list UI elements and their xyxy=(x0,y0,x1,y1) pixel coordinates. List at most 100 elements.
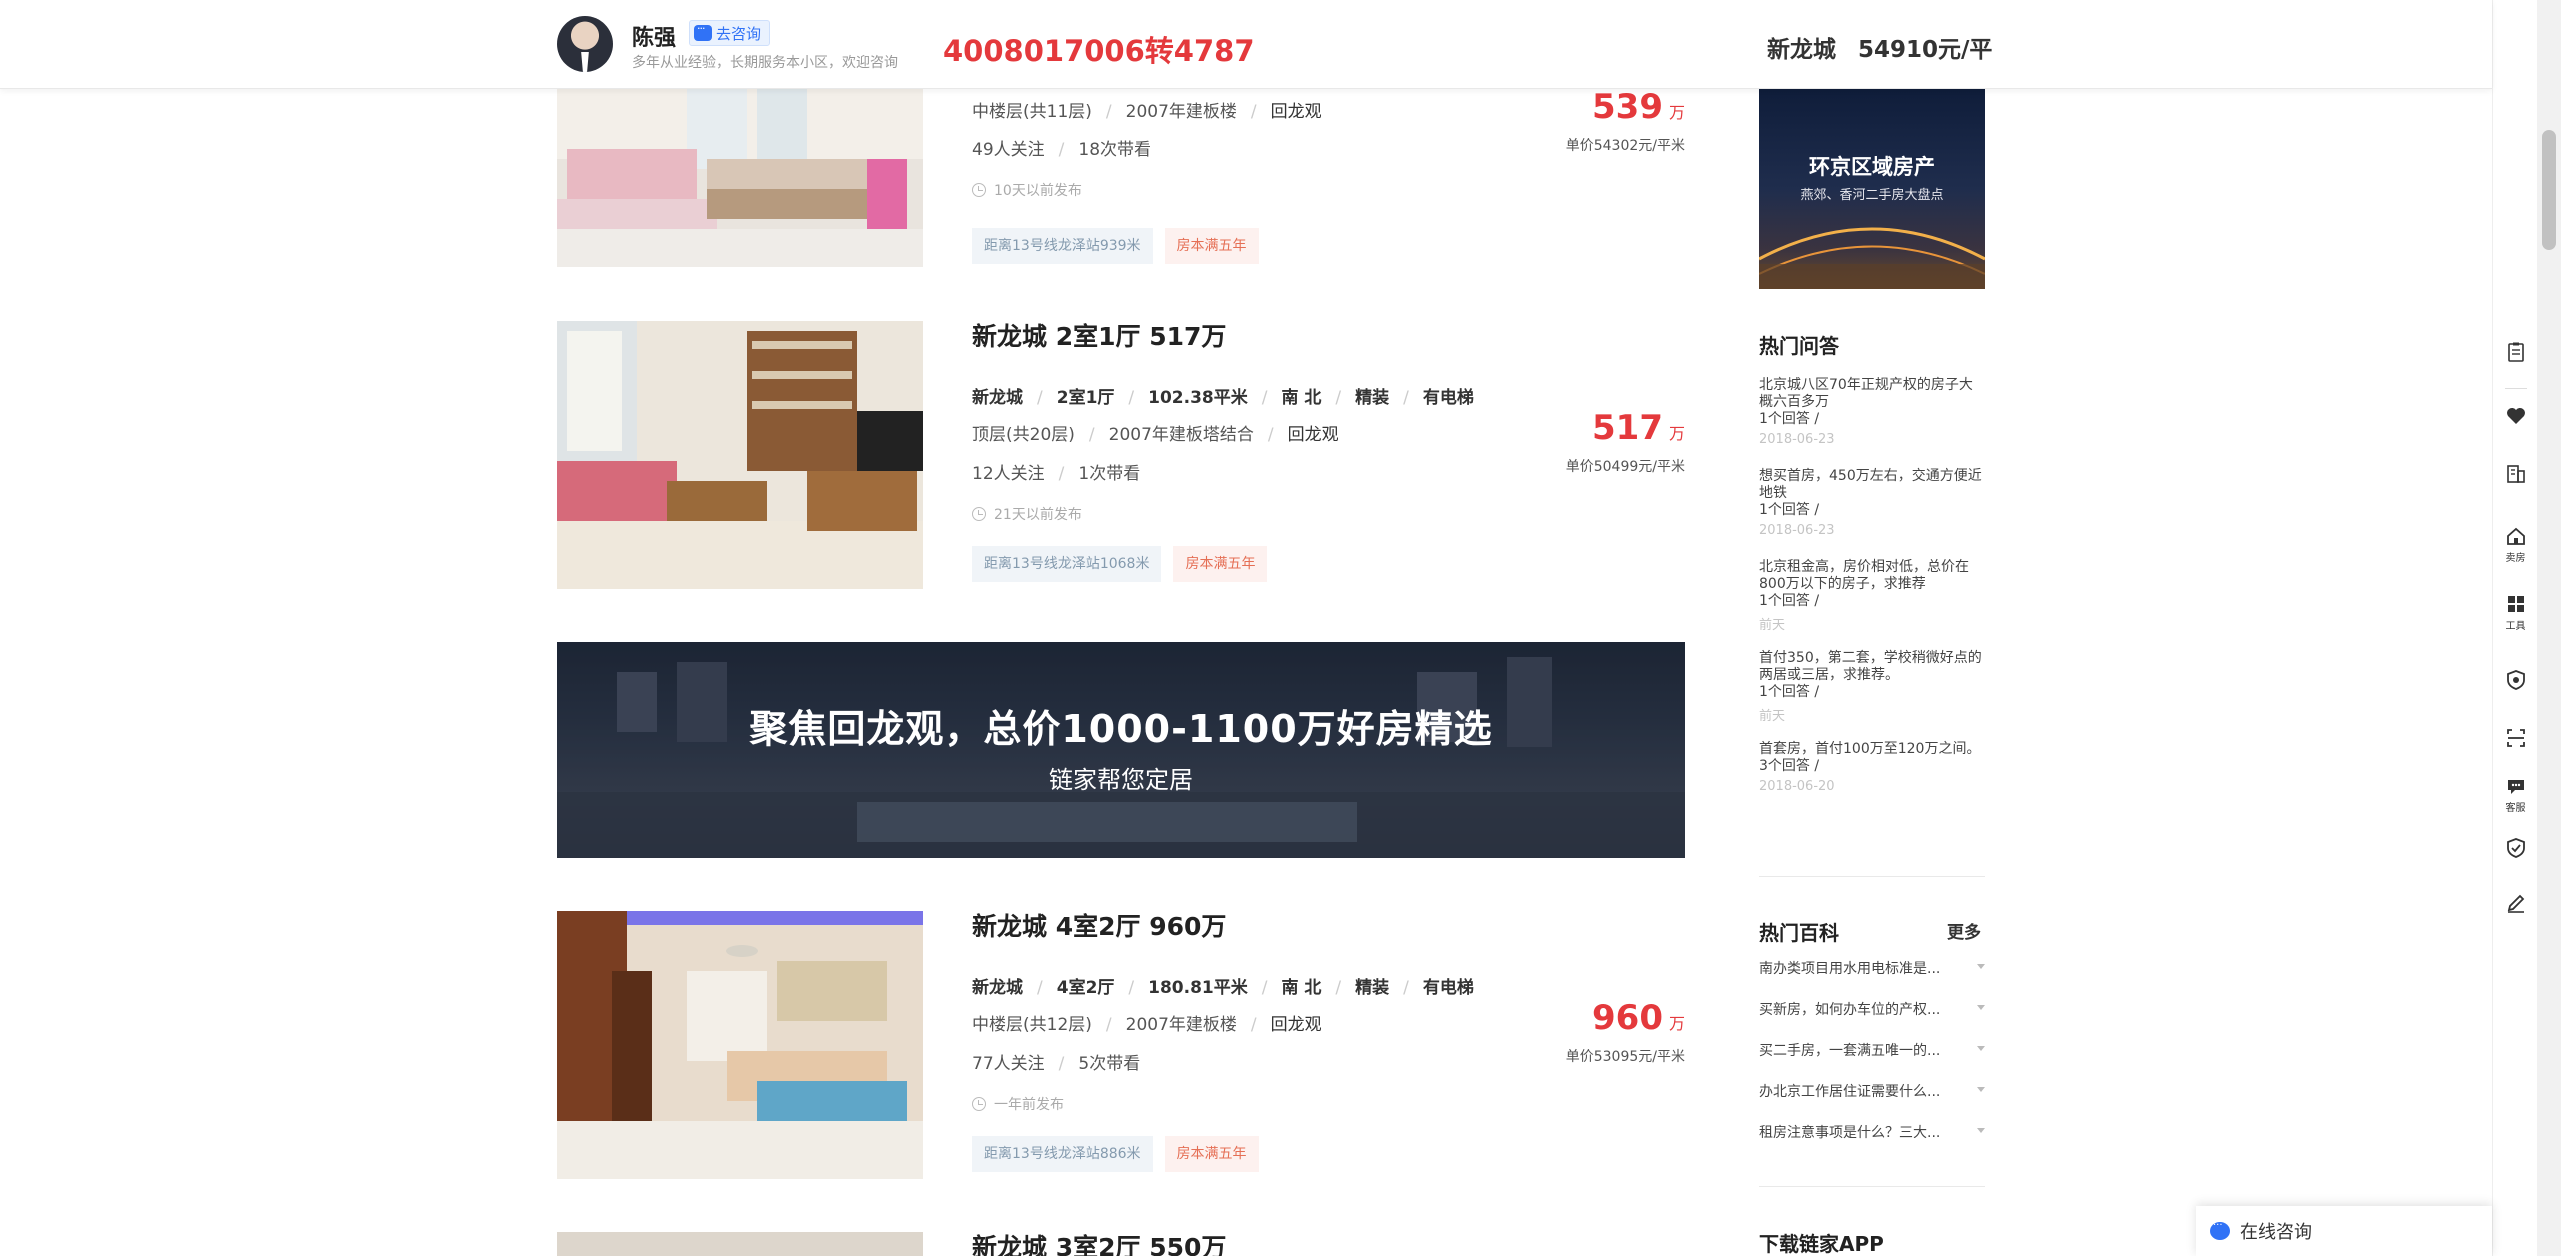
community-name: 新龙城 xyxy=(1767,37,1836,63)
shield-icon xyxy=(2506,670,2525,690)
tool-service[interactable]: 客服 xyxy=(2493,775,2538,814)
qa-item[interactable]: 想买首房，450万左右，交通方便近地铁 1个回答 / 2018-06-23 xyxy=(1759,468,1985,559)
chevron-down-icon xyxy=(1977,964,1985,969)
hot-baike-heading: 热门百科 xyxy=(1759,921,1839,945)
chat-bubble-icon xyxy=(2507,780,2524,794)
listing-card[interactable]: 新龙城 2室1厅 517万 新龙城/2室1厅/102.38平米 / 南 北 / 精装 / 有… xyxy=(557,321,1685,591)
divider xyxy=(1759,876,1985,877)
side-ad-subtitle: 燕郊、香河二手房大盘点 xyxy=(1800,188,1944,203)
baike-item[interactable]: 南办类项目用水用电标准是... xyxy=(1759,958,1985,999)
listing-photo[interactable] xyxy=(557,89,923,267)
listing-tags: 距离13号线龙泽站939米 房本满五年 xyxy=(972,228,1259,264)
side-promo-ad[interactable]: 环京区域房产 燕郊、香河二手房大盘点 xyxy=(1759,89,1985,289)
consult-button-label: 去咨询 xyxy=(716,24,762,43)
listing-card[interactable]: 新龙城 4室2厅 960万 新龙城/4室2厅/180.81平米 / 南 北 / 精装 / 有… xyxy=(557,911,1685,1181)
listing-follow-info: 77人关注/5次带看 xyxy=(972,1054,1141,1074)
page-scrollbar[interactable] xyxy=(2537,0,2561,1256)
listing-photo[interactable] xyxy=(557,911,923,1179)
right-tool-rail: 卖房 工具 客服 xyxy=(2492,0,2537,1256)
qa-item[interactable]: 北京城八区70年正规产权的房子大概六百多万 1个回答 / 2018-06-23 xyxy=(1759,377,1985,468)
listing-card[interactable]: 中楼层(共11层)/2007年建板楼 / 回龙观 49人关注/18次带看 10天以前… xyxy=(557,87,1685,268)
hot-baike-list: 南办类项目用水用电标准是... 买新房，如何办车位的产权... 买二手房，一套满… xyxy=(1759,958,1985,1163)
agent-phone: 4008017006转4787 xyxy=(943,34,1255,68)
listing-published: 一年前发布 xyxy=(972,1094,1064,1114)
baike-more-link[interactable]: 更多 xyxy=(1947,918,1981,943)
total-price: 539 xyxy=(1592,87,1663,127)
promo-banner[interactable]: 聚焦回龙观，总价1000-1100万好房精选 链家帮您定居 xyxy=(557,642,1685,858)
chat-icon xyxy=(2210,1220,2230,1240)
building-icon xyxy=(2506,465,2525,483)
listing-house-info: 新龙城/4室2厅/180.81平米 / 南 北 / 精装 / 有电梯 xyxy=(972,978,1474,998)
unit-price: 单价50499元/平米 xyxy=(1565,459,1685,475)
listing-title[interactable]: 新龙城 2室1厅 517万 xyxy=(972,317,1226,353)
hot-qa-list: 北京城八区70年正规产权的房子大概六百多万 1个回答 / 2018-06-23 … xyxy=(1759,377,1985,832)
listing-photo[interactable] xyxy=(557,1232,923,1256)
qa-item[interactable]: 首付350，第二套，学校稍微好点的两居或三居，求推荐。 1个回答 / 前天 xyxy=(1759,650,1985,741)
tag-subway: 距离13号线龙泽站939米 xyxy=(972,228,1153,264)
download-app-heading[interactable]: 下载链家APP xyxy=(1759,1228,1884,1256)
chevron-down-icon xyxy=(1977,1128,1985,1133)
divider xyxy=(2505,388,2527,389)
banner-subtitle: 链家帮您定居 xyxy=(1049,766,1193,794)
agent-header-bar: 陈强 去咨询 多年从业经验，长期服务本小区，欢迎咨询 4008017006转47… xyxy=(0,0,2492,89)
house-icon xyxy=(2506,527,2525,545)
listing-tags: 距离13号线龙泽站886米 房本满五年 xyxy=(972,1136,1259,1172)
listing-follow-info: 12人关注/1次带看 xyxy=(972,464,1141,484)
tool-sell[interactable]: 卖房 xyxy=(2493,525,2538,564)
clock-icon xyxy=(972,1097,986,1111)
agent-description: 多年从业经验，长期服务本小区，欢迎咨询 xyxy=(632,55,898,71)
tool-tools[interactable]: 工具 xyxy=(2493,593,2538,632)
scrollbar-thumb[interactable] xyxy=(2542,130,2556,250)
scan-icon xyxy=(2506,729,2525,747)
qa-item[interactable]: 北京租金高，房价相对低，总价在800万以下的房子，求推荐 1个回答 / 前天 xyxy=(1759,559,1985,650)
baike-item[interactable]: 租房注意事项是什么？三大... xyxy=(1759,1122,1985,1163)
tool-scan[interactable] xyxy=(2493,727,2538,749)
total-price: 517 xyxy=(1592,408,1663,448)
divider xyxy=(1759,1186,1985,1187)
tag-subway: 距离13号线龙泽站1068米 xyxy=(972,546,1162,582)
tag-tax: 房本满五年 xyxy=(1173,546,1268,582)
tool-building[interactable] xyxy=(2493,462,2538,484)
listing-card[interactable]: 新龙城 3室2厅 550万 xyxy=(557,1232,1685,1256)
online-consult-label: 在线咨询 xyxy=(2240,1222,2312,1243)
listing-published: 10天以前发布 xyxy=(972,180,1082,200)
community-avg-price: 54910元/平 xyxy=(1858,37,1993,63)
online-consult-button[interactable]: 在线咨询 xyxy=(2196,1206,2492,1256)
clipboard-icon xyxy=(2507,342,2524,362)
listing-title[interactable]: 新龙城 4室2厅 960万 xyxy=(972,907,1226,943)
chat-icon xyxy=(694,22,712,41)
unit-price: 单价53095元/平米 xyxy=(1565,1049,1685,1065)
clock-icon xyxy=(972,183,986,197)
tag-subway: 距离13号线龙泽站886米 xyxy=(972,1136,1153,1172)
chevron-down-icon xyxy=(1977,1046,1985,1051)
hot-qa-heading: 热门问答 xyxy=(1759,334,1839,358)
tag-tax: 房本满五年 xyxy=(1164,228,1259,264)
shield-check-icon xyxy=(2506,838,2525,858)
baike-item[interactable]: 办北京工作居住证需要什么... xyxy=(1759,1081,1985,1122)
clock-icon xyxy=(972,507,986,521)
agent-avatar[interactable] xyxy=(557,16,613,72)
tool-edit[interactable] xyxy=(2493,892,2538,914)
chevron-down-icon xyxy=(1977,1005,1985,1010)
listing-photo[interactable] xyxy=(557,321,923,589)
listing-house-info: 新龙城/2室1厅/102.38平米 / 南 北 / 精装 / 有电梯 xyxy=(972,388,1474,408)
consult-button[interactable]: 去咨询 xyxy=(689,20,771,46)
unit-price: 单价54302元/平米 xyxy=(1565,138,1685,154)
agent-name[interactable]: 陈强 xyxy=(632,20,676,52)
tool-security[interactable] xyxy=(2493,837,2538,859)
qa-item[interactable]: 首套房，首付100万至120万之间。 3个回答 / 2018-06-20 xyxy=(1759,741,1985,832)
listing-published: 21天以前发布 xyxy=(972,504,1082,524)
pencil-icon xyxy=(2507,894,2524,913)
total-price: 960 xyxy=(1592,998,1663,1038)
listing-follow-info: 49人关注/18次带看 xyxy=(972,140,1152,160)
tool-favorites[interactable] xyxy=(2493,405,2538,427)
listing-title[interactable]: 新龙城 3室2厅 550万 xyxy=(972,1232,1226,1256)
baike-item[interactable]: 买二手房，一套满五唯一的... xyxy=(1759,1040,1985,1081)
baike-item[interactable]: 买新房，如何办车位的产权... xyxy=(1759,999,1985,1040)
tool-shield[interactable] xyxy=(2493,669,2538,691)
tool-clipboard[interactable] xyxy=(2493,341,2538,363)
chevron-down-icon xyxy=(1977,1087,1985,1092)
listing-floor-info: 顶层(共20层)/2007年建板塔结合 / 回龙观 xyxy=(972,425,1339,445)
heart-icon xyxy=(2506,408,2525,424)
listing-price: 517 万 单价50499元/平米 xyxy=(1565,408,1685,475)
